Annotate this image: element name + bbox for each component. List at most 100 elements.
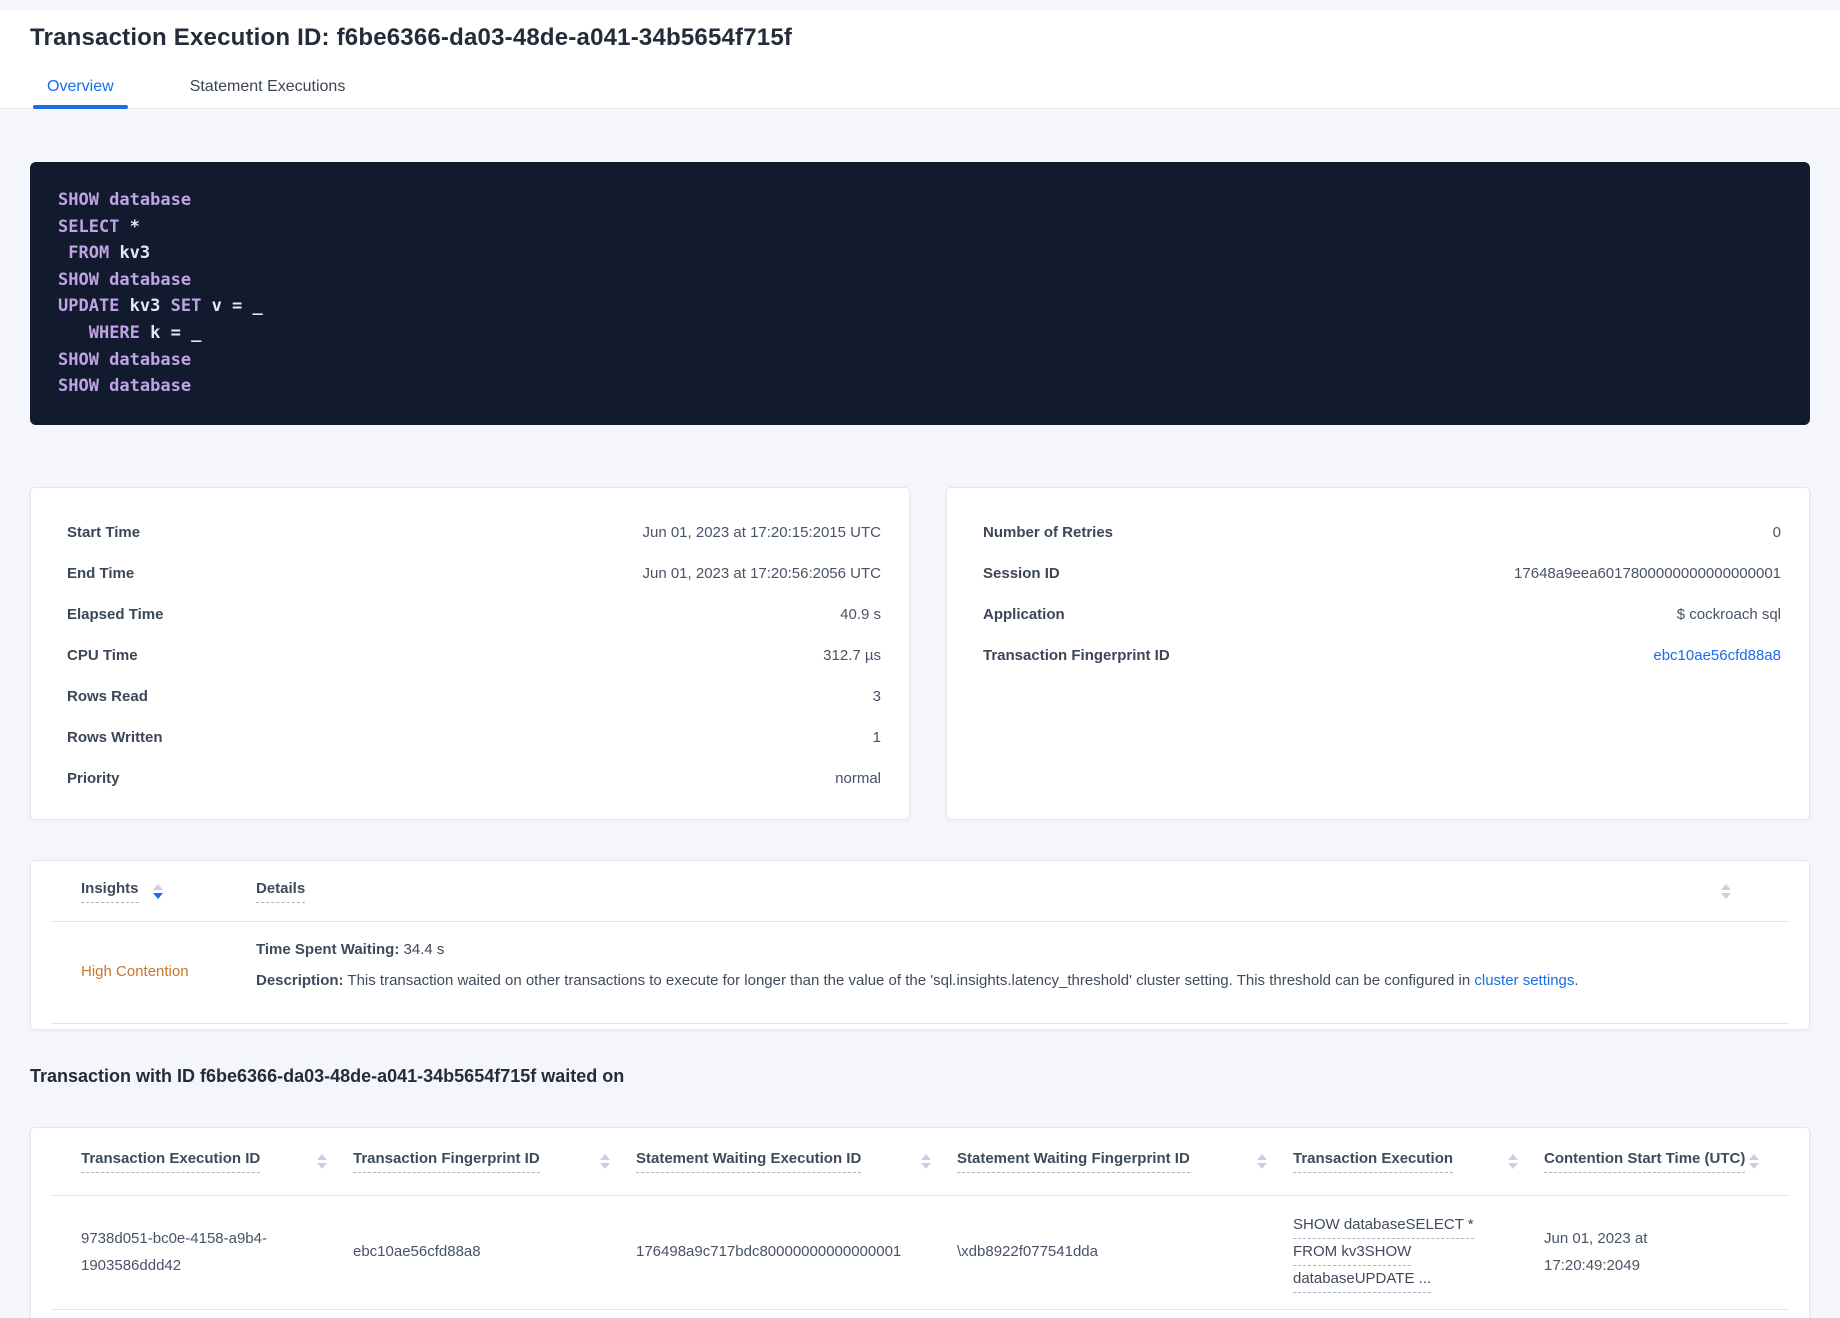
column-header-label[interactable]: Statement Waiting Fingerprint ID: [957, 1150, 1190, 1173]
insights-table: Insights Details High Contention Time Sp…: [30, 860, 1810, 1030]
insights-row: High Contention Time Spent Waiting: 34.4…: [51, 922, 1789, 1024]
cell-statement-waiting-execution-id: 176498a9c717bdc80000000000000001: [636, 1243, 902, 1261]
sort-up-arrow-icon: [1721, 883, 1731, 890]
sort-up-arrow-icon: [317, 1154, 327, 1160]
column-header-contention-start-time: Contention Start Time (UTC): [1544, 1150, 1759, 1173]
sort-down-arrow-icon: [1508, 1163, 1518, 1169]
waited-on-row: 9738d051-bc0e-4158-a9b4-1903586ddd42 ebc…: [51, 1196, 1789, 1310]
cluster-settings-link[interactable]: cluster settings: [1474, 972, 1574, 989]
kv-label: Priority: [67, 770, 120, 787]
sort-icon[interactable]: [1257, 1154, 1267, 1169]
column-header-label[interactable]: Statement Waiting Execution ID: [636, 1150, 862, 1173]
sort-icon[interactable]: [921, 1154, 931, 1169]
kv-row-cpu-time: CPU Time 312.7 µs: [67, 635, 881, 676]
column-header-label[interactable]: Transaction Fingerprint ID: [353, 1150, 540, 1173]
session-summary-card: Number of Retries 0 Session ID 17648a9ee…: [946, 487, 1810, 820]
insights-column-header: Insights: [81, 880, 256, 903]
sort-icon[interactable]: [1749, 1154, 1759, 1169]
sort-up-arrow-icon: [1749, 1154, 1759, 1160]
kv-label: Elapsed Time: [67, 606, 164, 623]
sort-down-arrow-icon: [1721, 892, 1731, 899]
kv-row-rows-written: Rows Written 1: [67, 717, 881, 758]
transaction-execution-line[interactable]: SHOW databaseSELECT *: [1293, 1212, 1474, 1240]
tab-active-underline: [33, 105, 128, 109]
sort-icon[interactable]: [317, 1154, 327, 1169]
kv-row-start-time: Start Time Jun 01, 2023 at 17:20:15:2015…: [67, 512, 881, 553]
kv-label: Application: [983, 606, 1065, 623]
sort-down-arrow-icon: [600, 1163, 610, 1169]
time-spent-waiting-line: Time Spent Waiting: 34.4 s: [256, 940, 1579, 960]
sort-down-arrow-icon: [317, 1163, 327, 1169]
kv-label: End Time: [67, 565, 135, 582]
sql-statements-box: SHOW database SELECT * FROM kv3 SHOW datab…: [30, 162, 1810, 425]
sql-code-line: SHOW database: [58, 349, 192, 370]
sql-code-line: SELECT *: [58, 216, 140, 237]
page-header: Transaction Execution ID: f6be6366-da03-…: [0, 10, 1840, 109]
sort-up-arrow-icon: [921, 1154, 931, 1160]
kv-label: Session ID: [983, 565, 1060, 582]
sort-up-arrow-icon: [600, 1154, 610, 1160]
cell-transaction-fingerprint-id: ebc10ae56cfd88a8: [353, 1243, 481, 1261]
sql-code-line: WHERE k = _: [88, 322, 202, 343]
kv-row-elapsed-time: Elapsed Time 40.9 s: [67, 594, 881, 635]
tab-overview[interactable]: Overview: [33, 78, 128, 109]
details-column-header: Details: [256, 880, 1759, 903]
sql-code-line: UPDATE kv3 SET v = _: [58, 296, 263, 317]
cell-statement-waiting-fingerprint-id: \xdb8922f077541dda: [957, 1243, 1098, 1261]
insights-header-label[interactable]: Insights: [81, 880, 139, 903]
time-spent-waiting-value: 34.4 s: [399, 941, 445, 958]
transaction-execution-line[interactable]: FROM kv3SHOW: [1293, 1239, 1412, 1266]
kv-label: Rows Read: [67, 688, 148, 705]
waited-on-table-header: Transaction Execution ID Transaction Fin…: [51, 1128, 1789, 1196]
sql-code-line: SHOW database: [58, 269, 192, 290]
waited-on-heading: Transaction with ID f6be6366-da03-48de-a…: [30, 1066, 625, 1086]
kv-value: $ cockroach sql: [1676, 606, 1781, 623]
tab-statement-executions[interactable]: Statement Executions: [176, 78, 360, 108]
kv-value: 17648a9eea6017800000000000000001: [1514, 565, 1781, 582]
kv-row-end-time: End Time Jun 01, 2023 at 17:20:56:2056 U…: [67, 553, 881, 594]
kv-label: Transaction Fingerprint ID: [983, 647, 1170, 664]
kv-value: 3: [872, 688, 881, 705]
tabbar: Overview Statement Executions: [30, 78, 1810, 109]
main-content: SHOW database SELECT * FROM kv3 SHOW datab…: [0, 162, 1840, 1318]
kv-value: Jun 01, 2023 at 17:20:15:2015 UTC: [642, 524, 881, 541]
kv-value: normal: [835, 770, 881, 787]
summary-cards-row: Start Time Jun 01, 2023 at 17:20:15:2015…: [30, 487, 1810, 820]
sort-icon-insights[interactable]: [152, 883, 163, 899]
tab-statement-executions-label: Statement Executions: [189, 78, 346, 95]
column-header-transaction-execution: Transaction Execution: [1293, 1150, 1544, 1173]
transaction-execution-line[interactable]: databaseUPDATE ...: [1293, 1266, 1432, 1293]
column-header-label[interactable]: Transaction Execution ID: [81, 1150, 261, 1173]
kv-label: CPU Time: [67, 647, 138, 664]
kv-value: 0: [1772, 524, 1781, 541]
kv-row-session-id: Session ID 17648a9eea6017800000000000000…: [983, 553, 1781, 594]
kv-value: Jun 01, 2023 at 17:20:56:2056 UTC: [642, 565, 881, 582]
kv-row-retries: Number of Retries 0: [983, 512, 1781, 553]
column-header-transaction-fingerprint-id: Transaction Fingerprint ID: [353, 1150, 636, 1173]
details-header-label[interactable]: Details: [256, 880, 306, 903]
execution-summary-card: Start Time Jun 01, 2023 at 17:20:15:2015…: [30, 487, 910, 820]
kv-label: Rows Written: [67, 729, 163, 746]
sort-up-arrow-icon: [152, 883, 163, 890]
insight-details-cell: Time Spent Waiting: 34.4 s Description: …: [256, 940, 1579, 1003]
sort-icon[interactable]: [1508, 1154, 1518, 1169]
column-header-label[interactable]: Contention Start Time (UTC): [1544, 1150, 1746, 1173]
kv-label: Number of Retries: [983, 524, 1114, 541]
sql-code-line: SHOW database: [58, 190, 192, 210]
sort-up-arrow-icon: [1508, 1154, 1518, 1160]
sort-icon[interactable]: [600, 1154, 610, 1169]
description-line: Description: This transaction waited on …: [256, 971, 1579, 991]
sort-down-arrow-icon: [921, 1163, 931, 1169]
insight-high-contention-badge: High Contention: [81, 962, 189, 980]
kv-row-application: Application $ cockroach sql: [983, 594, 1781, 635]
sql-code-line: FROM kv3: [68, 243, 151, 264]
sort-icon-right[interactable]: [1721, 883, 1731, 899]
sort-down-arrow-icon: [1257, 1163, 1267, 1169]
description-suffix: .: [1574, 972, 1579, 990]
kv-value: 312.7 µs: [823, 647, 881, 664]
cell-transaction-execution-link[interactable]: SHOW databaseSELECT * FROM kv3SHOW datab…: [1293, 1212, 1544, 1293]
cell-contention-start-time: Jun 01, 2023 at 17:20:49:2049: [1544, 1230, 1648, 1274]
waited-on-table: Transaction Execution ID Transaction Fin…: [30, 1127, 1810, 1318]
column-header-label[interactable]: Transaction Execution: [1293, 1150, 1454, 1173]
transaction-fingerprint-link[interactable]: ebc10ae56cfd88a8: [1653, 647, 1781, 664]
